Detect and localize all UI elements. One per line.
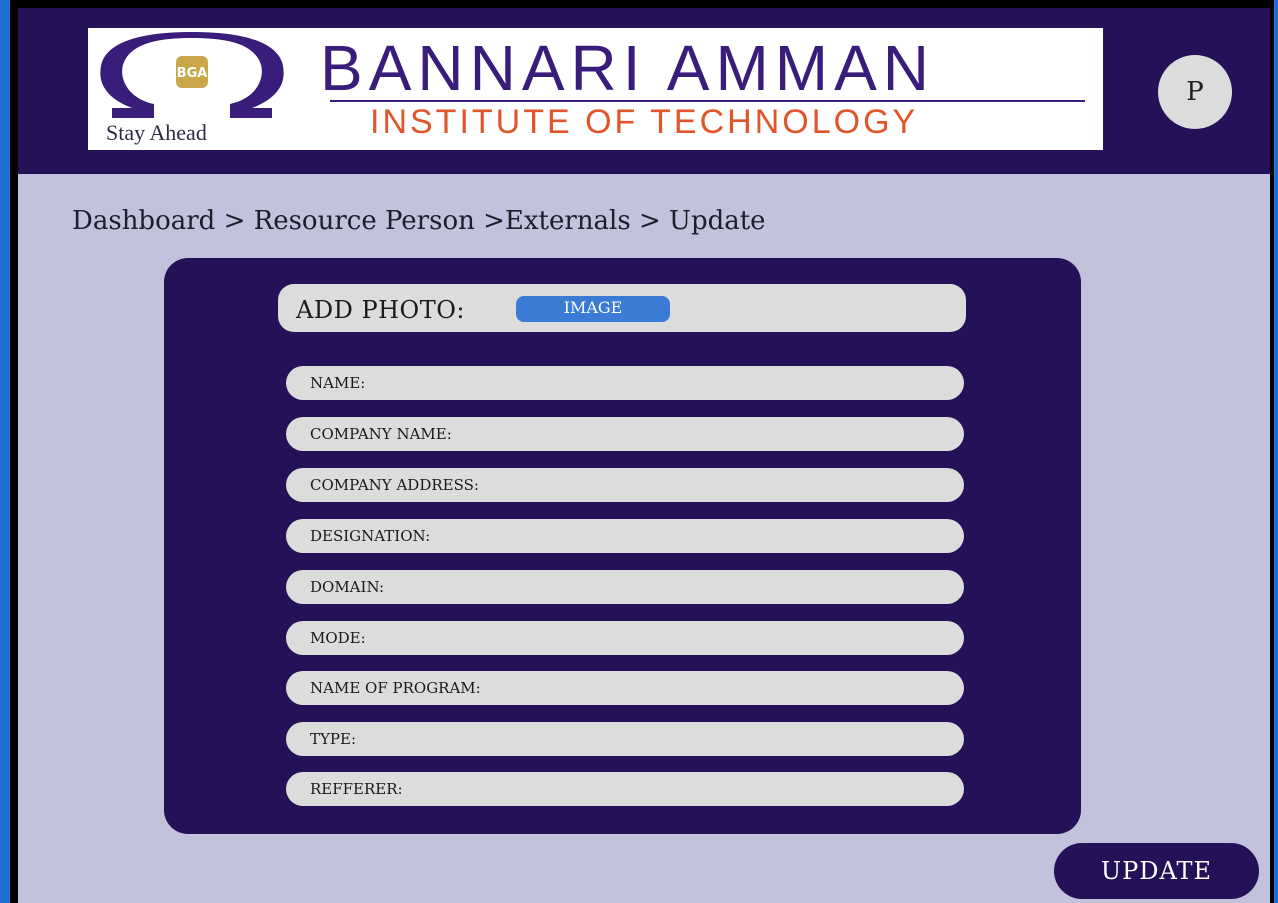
emblem-letters: BGA bbox=[177, 66, 208, 81]
update-button[interactable]: UPDATE bbox=[1054, 843, 1259, 899]
name-of-program-field[interactable]: NAME OF PROGRAM: bbox=[286, 671, 964, 705]
breadcrumb-externals[interactable]: Externals > bbox=[505, 206, 669, 236]
app-screen: BGA Stay Ahead BANNARI AMMAN INSTITUTE O… bbox=[18, 8, 1270, 903]
logo-tagline: Stay Ahead bbox=[106, 120, 207, 145]
profile-avatar[interactable]: P bbox=[1158, 55, 1232, 129]
institute-logo: BGA Stay Ahead BANNARI AMMAN INSTITUTE O… bbox=[88, 28, 1103, 150]
breadcrumb-dashboard[interactable]: Dashboard > bbox=[72, 206, 254, 236]
update-form-panel: ADD PHOTO: IMAGE NAME: COMPANY NAME: COM… bbox=[164, 258, 1081, 834]
add-photo-row: ADD PHOTO: IMAGE bbox=[278, 284, 966, 332]
window-frame: BGA Stay Ahead BANNARI AMMAN INSTITUTE O… bbox=[10, 0, 1274, 903]
type-field[interactable]: TYPE: bbox=[286, 722, 964, 756]
breadcrumb: Dashboard > Resource Person >Externals >… bbox=[72, 206, 766, 236]
designation-field[interactable]: DESIGNATION: bbox=[286, 519, 964, 553]
referrer-field[interactable]: REFFERER: bbox=[286, 772, 964, 806]
breadcrumb-update: Update bbox=[669, 206, 766, 236]
name-field[interactable]: NAME: bbox=[286, 366, 964, 400]
add-photo-label: ADD PHOTO: bbox=[296, 296, 465, 324]
company-address-field[interactable]: COMPANY ADDRESS: bbox=[286, 468, 964, 502]
domain-field[interactable]: DOMAIN: bbox=[286, 570, 964, 604]
brand-subtitle: INSTITUTE OF TECHNOLOGY bbox=[370, 103, 919, 141]
breadcrumb-resource-person[interactable]: Resource Person > bbox=[254, 206, 505, 236]
brand-name: BANNARI AMMAN bbox=[320, 32, 935, 104]
image-upload-button[interactable]: IMAGE bbox=[516, 296, 670, 322]
omega-emblem-icon: BGA bbox=[100, 32, 284, 118]
company-name-field[interactable]: COMPANY NAME: bbox=[286, 417, 964, 451]
header-bar: BGA Stay Ahead BANNARI AMMAN INSTITUTE O… bbox=[18, 8, 1270, 174]
mode-field[interactable]: MODE: bbox=[286, 621, 964, 655]
